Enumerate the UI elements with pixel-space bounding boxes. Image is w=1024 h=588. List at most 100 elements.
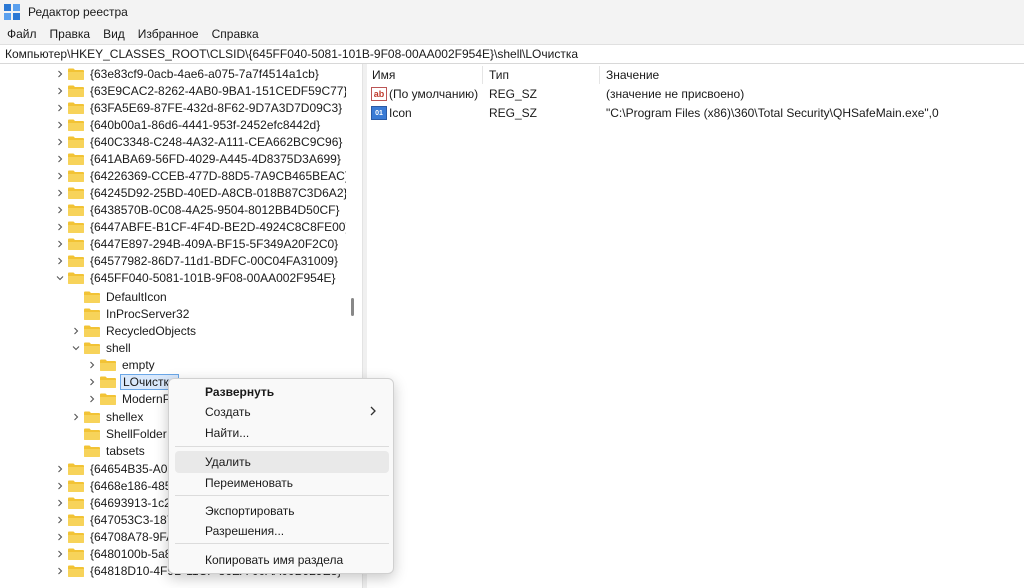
tree-item-label[interactable]: {64693913-1c21 <box>88 495 179 511</box>
chevron-right-icon[interactable] <box>54 82 66 99</box>
tree-item-label[interactable]: {63FA5E69-87FE-432d-8F62-9D7A3D7D09C3} <box>88 100 344 116</box>
tree-item-label[interactable]: empty <box>120 357 157 373</box>
tree-item[interactable]: {645FF040-5081-101B-9F08-00AA002F954E} <box>54 269 338 286</box>
menu-item-delete[interactable]: Удалить <box>175 451 389 473</box>
address-bar[interactable]: Компьютер\HKEY_CLASSES_ROOT\CLSID\{645FF… <box>0 44 1024 64</box>
tree-item[interactable]: {63E9CAC2-8262-4AB0-9BA1-151CEDF59C77} <box>54 82 350 99</box>
menu-edit[interactable]: Правка <box>44 24 97 44</box>
chevron-right-icon[interactable] <box>54 150 66 167</box>
menu-item-rename[interactable]: Переименовать <box>175 472 389 494</box>
chevron-right-icon[interactable] <box>54 545 66 562</box>
tree-item-label[interactable]: DefaultIcon <box>104 289 169 305</box>
column-header-type[interactable]: Тип <box>489 68 509 82</box>
chevron-down-icon[interactable] <box>70 339 82 356</box>
tree-item-label[interactable]: {64245D92-25BD-40ED-A8CB-018B87C3D6A2} <box>88 185 350 201</box>
tree-item[interactable]: DefaultIcon <box>70 288 169 305</box>
menu-item-permissions[interactable]: Разрешения... <box>175 520 389 542</box>
tree-item[interactable]: {641ABA69-56FD-4029-A445-4D8375D3A699} <box>54 150 343 167</box>
tree-item[interactable]: {64708A78-9FAC <box>54 528 185 545</box>
menu-item-expand[interactable]: Развернуть <box>175 381 389 403</box>
chevron-right-icon[interactable] <box>54 99 66 116</box>
values-pane[interactable]: Имя Тип Значение ab (По умолчанию) REG_S… <box>367 64 1024 588</box>
tree-item-label[interactable]: {63E9CAC2-8262-4AB0-9BA1-151CEDF59C77} <box>88 83 350 99</box>
tree-item[interactable]: {64654B35-A024 <box>54 460 183 477</box>
tree-item[interactable]: {64693913-1c21 <box>54 494 179 511</box>
tree-item[interactable]: {6447ABFE-B1CF-4F4D-BE2D-4924C8C8FE00} <box>54 218 351 235</box>
chevron-right-icon[interactable] <box>54 201 66 218</box>
chevron-right-icon[interactable] <box>54 511 66 528</box>
tree-item-label[interactable]: ShellFolder <box>104 426 169 442</box>
tree-item[interactable]: {640C3348-C248-4A32-A111-CEA662BC9C96} <box>54 133 344 150</box>
chevron-right-icon[interactable] <box>54 167 66 184</box>
tree-item-label[interactable]: tabsets <box>104 443 147 459</box>
chevron-right-icon[interactable] <box>54 528 66 545</box>
menu-file[interactable]: Файл <box>1 24 43 44</box>
chevron-right-icon[interactable] <box>54 133 66 150</box>
tree-item[interactable]: {6480100b-5a83 <box>54 545 180 562</box>
chevron-right-icon[interactable] <box>54 494 66 511</box>
address-path[interactable]: Компьютер\HKEY_CLASSES_ROOT\CLSID\{645FF… <box>5 47 578 61</box>
menu-item-export[interactable]: Экспортировать <box>175 500 389 522</box>
tree-item-label[interactable]: {6447ABFE-B1CF-4F4D-BE2D-4924C8C8FE00} <box>88 219 351 235</box>
menu-item-create[interactable]: Создать <box>175 401 389 423</box>
column-divider[interactable] <box>599 66 600 84</box>
menu-item-copy-key-name[interactable]: Копировать имя раздела <box>175 549 389 571</box>
menu-view[interactable]: Вид <box>97 24 131 44</box>
chevron-down-icon[interactable] <box>54 269 66 286</box>
tree-item-label[interactable]: {6447E897-294B-409A-BF15-5F349A20F2C0} <box>88 236 340 252</box>
tree-item-label[interactable]: {640b00a1-86d6-4441-953f-2452efc8442d} <box>88 117 322 133</box>
chevron-right-icon[interactable] <box>54 460 66 477</box>
tree-item-label[interactable]: {641ABA69-56FD-4029-A445-4D8375D3A699} <box>88 151 343 167</box>
value-row[interactable]: 01 Icon <box>371 104 412 122</box>
tree-item[interactable]: {64226369-CCEB-477D-88D5-7A9CB465BEAC} <box>54 167 351 184</box>
tree-item[interactable]: ShellFolder <box>70 425 169 442</box>
chevron-right-icon[interactable] <box>54 235 66 252</box>
tree-item[interactable]: {63FA5E69-87FE-432d-8F62-9D7A3D7D09C3} <box>54 99 344 116</box>
tree-item[interactable]: {64245D92-25BD-40ED-A8CB-018B87C3D6A2} <box>54 184 350 201</box>
menu-help[interactable]: Справка <box>206 24 265 44</box>
tree-item-label[interactable]: shellex <box>104 409 145 425</box>
tree-item[interactable]: {6447E897-294B-409A-BF15-5F349A20F2C0} <box>54 235 340 252</box>
tree-item-label[interactable]: InProcServer32 <box>104 306 191 322</box>
tree-item-label[interactable]: {6468e186-485e <box>88 478 180 494</box>
tree-item[interactable]: {647053C3-1879 <box>54 511 182 528</box>
column-header-data[interactable]: Значение <box>606 68 659 82</box>
tree-item[interactable]: shellex <box>70 408 145 425</box>
chevron-right-icon[interactable] <box>54 116 66 133</box>
chevron-right-icon[interactable] <box>86 356 98 373</box>
tree-item-label[interactable]: RecycledObjects <box>104 323 198 339</box>
chevron-right-icon[interactable] <box>54 218 66 235</box>
tree-item-label[interactable]: {64226369-CCEB-477D-88D5-7A9CB465BEAC} <box>88 168 351 184</box>
menu-favorites[interactable]: Избранное <box>132 24 205 44</box>
tree-item-label[interactable]: {645FF040-5081-101B-9F08-00AA002F954E} <box>88 270 338 286</box>
tree-item[interactable]: {63e83cf9-0acb-4ae6-a075-7a7f4514a1cb} <box>54 65 321 82</box>
tree-item-label[interactable]: {64577982-86D7-11d1-BDFC-00C04FA31009} <box>88 253 340 269</box>
tree-item[interactable]: shell <box>70 339 133 356</box>
tree-item[interactable]: {6468e186-485e <box>54 477 180 494</box>
tree-item[interactable]: InProcServer32 <box>70 305 191 322</box>
chevron-right-icon[interactable] <box>54 184 66 201</box>
tree-item[interactable]: LOчистка <box>86 373 179 390</box>
chevron-right-icon[interactable] <box>86 373 98 390</box>
chevron-right-icon[interactable] <box>54 562 66 579</box>
chevron-right-icon[interactable] <box>86 390 98 407</box>
tree-item[interactable]: {64577982-86D7-11d1-BDFC-00C04FA31009} <box>54 252 340 269</box>
tree-item[interactable]: empty <box>86 356 157 373</box>
menu-item-find[interactable]: Найти... <box>175 422 389 444</box>
tree-item[interactable]: ModernPr <box>86 390 177 407</box>
tree-item[interactable]: RecycledObjects <box>70 322 198 339</box>
tree-item[interactable]: {640b00a1-86d6-4441-953f-2452efc8442d} <box>54 116 322 133</box>
chevron-right-icon[interactable] <box>54 65 66 82</box>
chevron-right-icon[interactable] <box>70 408 82 425</box>
column-divider[interactable] <box>482 66 483 84</box>
tree-item[interactable]: {6438570B-0C08-4A25-9504-8012BB4D50CF} <box>54 201 342 218</box>
chevron-right-icon[interactable] <box>70 322 82 339</box>
tree-item-label[interactable]: {640C3348-C248-4A32-A111-CEA662BC9C96} <box>88 134 344 150</box>
tree-item-label[interactable]: {63e83cf9-0acb-4ae6-a075-7a7f4514a1cb} <box>88 66 321 82</box>
column-header-name[interactable]: Имя <box>372 68 395 82</box>
tree-item[interactable]: tabsets <box>70 442 147 459</box>
chevron-right-icon[interactable] <box>54 252 66 269</box>
chevron-right-icon[interactable] <box>54 477 66 494</box>
tree-item-label[interactable]: {6480100b-5a83 <box>88 546 180 562</box>
scrollbar-thumb[interactable] <box>351 298 354 316</box>
